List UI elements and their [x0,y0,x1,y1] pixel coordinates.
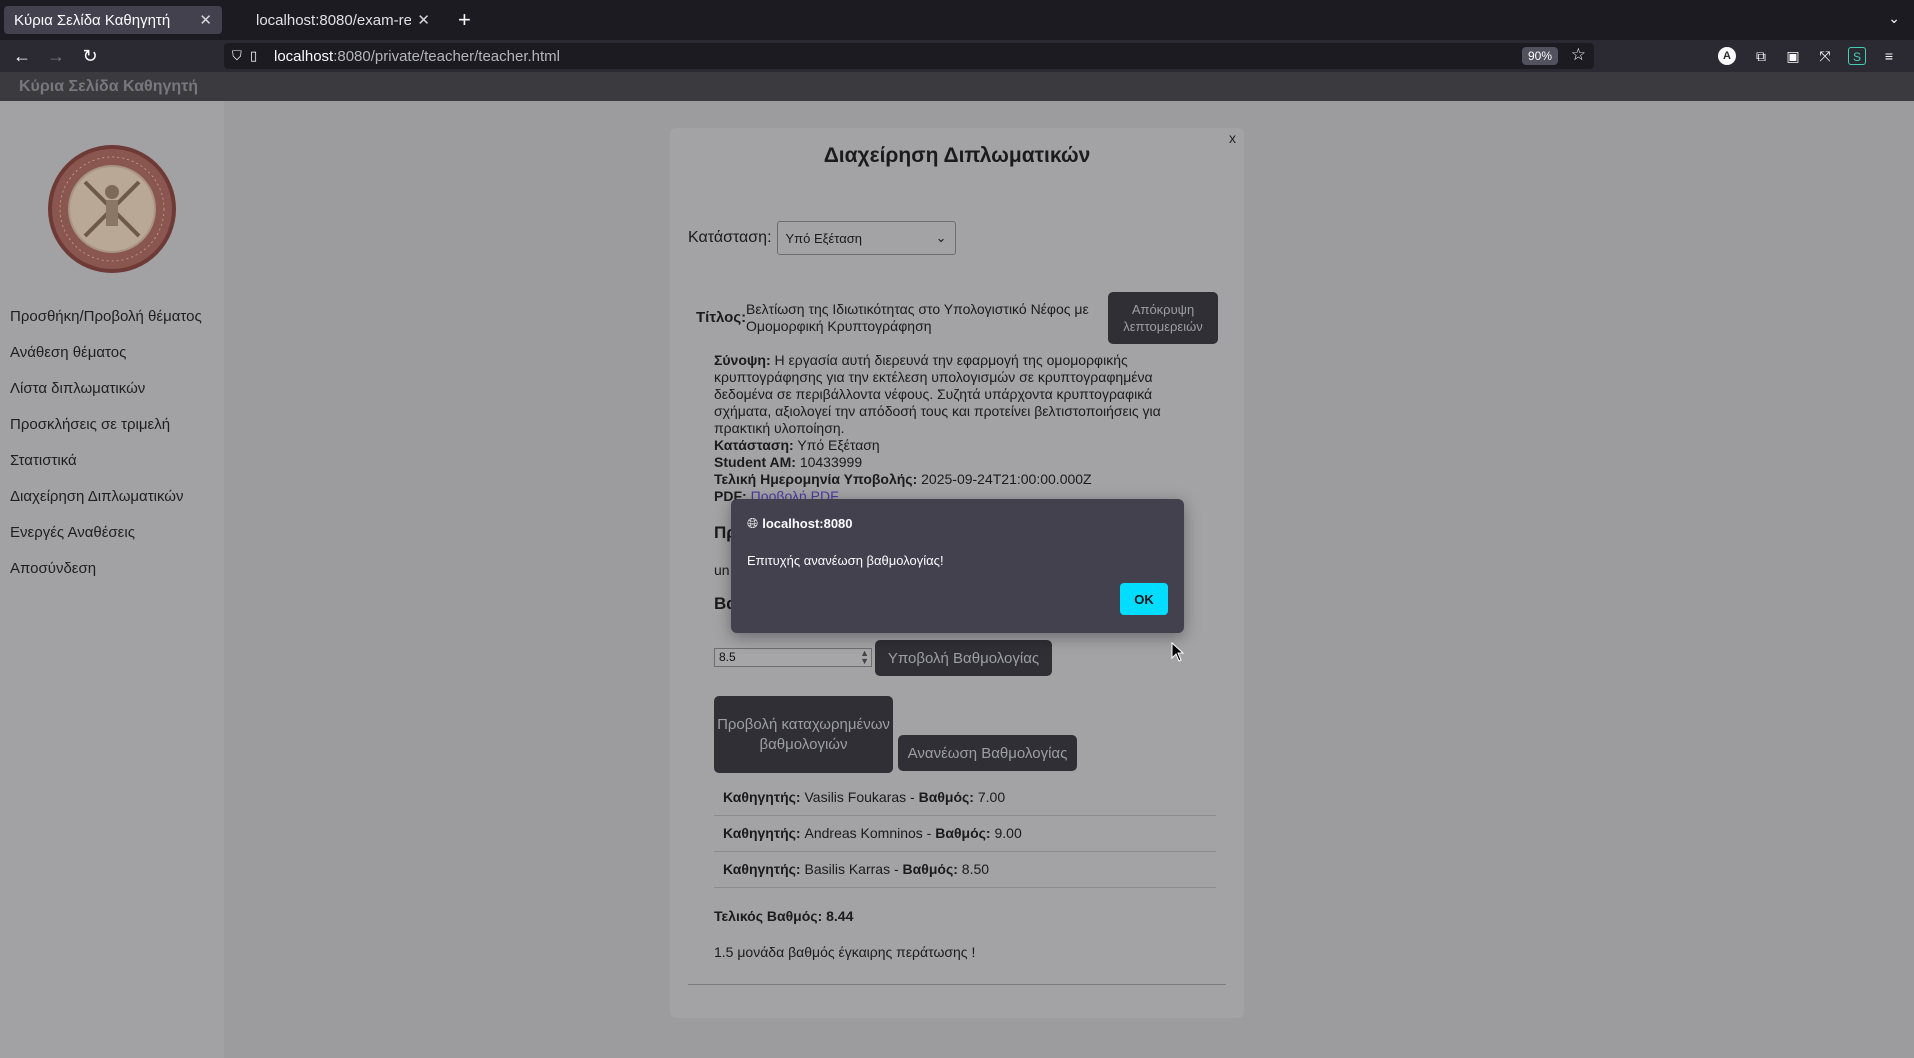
grade-value: 9.00 [994,825,1022,841]
grade-label: Βαθμός: [918,789,974,805]
bonus-note: 1.5 μονάδα βαθμός έγκαιρης περάτωσης ! [714,944,976,960]
alert-ok-button[interactable]: OK [1120,583,1168,615]
state-label: Κατάσταση: [714,437,794,453]
url-bar[interactable]: ⛉ ▯ localhost:8080/private/teacher/teach… [224,43,1594,69]
deadline-label: Τελική Ημερομηνία Υποβολής: [714,471,918,487]
sidebar: Προσθήκη/Προβολή θέματος Ανάθεση θέματος… [0,101,224,1058]
grade-separator: - [890,861,903,877]
bookmark-star-icon[interactable]: ☆ [1571,45,1586,65]
sidebar-item-statistics[interactable]: Στατιστικά [10,449,202,485]
zoom-level-badge[interactable]: 90% [1521,47,1558,65]
modal-title: Διαχείρηση Διπλωματικών [823,144,1091,167]
tab-label: localhost:8080/exam-repor [256,11,412,29]
teacher-name: Andreas Komninos [804,825,923,841]
spinner-arrows-icon[interactable]: ▲ ▼ [860,649,869,666]
browser-tab-strip: Κύρια Σελίδα Καθηγητή ✕ localhost:8080/e… [0,0,1914,40]
state-value: Υπό Εξέταση [797,437,880,453]
grade-label: Βαθμός: [902,861,958,877]
account-icon[interactable]: A [1718,47,1736,65]
thesis-title-value: Βελτίωση της Ιδιωτικότητας στο Υπολογιστ… [746,301,1089,334]
deadline-row: Τελική Ημερομηνία Υποβολής: 2025-09-24T2… [714,471,1184,488]
container-icon[interactable]: ▣ [1784,47,1802,65]
url-host: localhost [274,47,334,65]
url-path: :8080/private/teacher/teacher.html [333,47,561,65]
alert-origin-text: localhost:8080 [762,516,853,531]
teacher-label: Καθηγητής: [723,789,801,805]
grade-input-value: 8.5 [719,650,736,664]
state-row: Κατάσταση: Υπό Εξέταση [714,437,1184,454]
new-tab-button[interactable]: + [458,6,471,34]
list-all-tabs-icon[interactable]: ⌄ [1888,10,1900,27]
alert-dialog: 🌐︎ localhost:8080 Επιτυχής ανανέωση βαθμ… [731,499,1184,633]
page-header: Κύρια Σελίδα Καθηγητή [0,72,1914,101]
fullscreen-icon[interactable]: ⤧ [1816,47,1834,65]
final-grade: Τελικός Βαθμός: 8.44 [714,908,854,924]
summary-row: Σύνοψη: Η εργασία αυτή διερευνά την εφαρ… [714,352,1184,437]
sidebar-item-thesis-management[interactable]: Διαχείρηση Διπλωματικών [10,485,202,521]
grade-row: Καθηγητής: Basilis Karras - Βαθμός: 8.50 [714,852,1216,888]
summary-label: Σύνοψη: [714,352,771,368]
grade-row: Καθηγητής: Vasilis Foukaras - Βαθμός: 7.… [714,780,1216,816]
sidebar-menu: Προσθήκη/Προβολή θέματος Ανάθεση θέματος… [10,305,202,593]
student-am-row: Student AM: 10433999 [714,454,1184,471]
reload-icon[interactable]: ↻ [79,45,101,67]
shield-icon[interactable]: ⛉ [232,48,250,64]
deadline-value: 2025-09-24T21:00:00.000Z [921,471,1092,487]
university-seal-logo [48,145,176,273]
forward-arrow-icon[interactable]: → [45,45,67,67]
teacher-label: Καθηγητής: [723,861,801,877]
sidebar-item-active-assignments[interactable]: Ενεργές Αναθέσεις [10,521,202,557]
status-filter: Κατάσταση: Υπό Εξέταση ⌄ [688,221,956,255]
teacher-name: Vasilis Foukaras [804,789,907,805]
teacher-name: Basilis Karras [804,861,891,877]
view-grades-button[interactable]: Προβολή καταχωρημένων βαθμολογιών [714,696,893,773]
url-text[interactable]: localhost:8080/private/teacher/teacher.h… [274,48,560,65]
sidebar-item-committee-invitations[interactable]: Προσκλήσεις σε τριμελή [10,413,202,449]
status-selected-value: Υπό Εξέταση [785,230,863,246]
tab-teacher-home[interactable]: Κύρια Σελίδα Καθηγητή ✕ [4,6,222,34]
sidebar-item-assign-topic[interactable]: Ανάθεση θέματος [10,341,202,377]
student-am-label: Student AM: [714,454,796,470]
chevron-down-icon: ⌄ [935,230,947,245]
sidebar-item-add-topic[interactable]: Προσθήκη/Προβολή θέματος [10,305,202,341]
summary-value: Η εργασία αυτή διερευνά την εφαρμογή της… [714,352,1161,436]
close-tab-icon[interactable]: ✕ [417,11,430,29]
browser-nav-bar: ← → ↻ ⛉ ▯ localhost:8080/private/teacher… [0,40,1914,72]
grade-row: Καθηγητής: Andreas Komninos - Βαθμός: 9.… [714,816,1216,852]
globe-icon: 🌐︎ [747,515,759,531]
grade-separator: - [906,789,919,805]
sidebar-item-thesis-list[interactable]: Λίστα διπλωματικών [10,377,202,413]
alert-origin: 🌐︎ localhost:8080 [747,515,853,532]
thesis-details: Σύνοψη: Η εργασία αυτή διερευνά την εφαρ… [714,352,1184,505]
page-header-title: Κύρια Σελίδα Καθηγητή [19,78,199,95]
status-select[interactable]: Υπό Εξέταση ⌄ [776,221,956,255]
alert-message: Επιτυχής ανανέωση βαθμολογίας! [747,553,944,568]
tab-label: Κύρια Σελίδα Καθηγητή [14,11,171,29]
mouse-cursor-icon [1171,642,1185,662]
status-label: Κατάσταση: [688,229,772,246]
tab-exam-report[interactable]: localhost:8080/exam-repor ✕ [246,6,440,34]
teacher-label: Καθηγητής: [723,825,801,841]
grade-separator: - [922,825,936,841]
submit-grade-button[interactable]: Υποβολή Βαθμολογίας [875,640,1052,676]
back-arrow-icon[interactable]: ← [11,45,33,67]
menu-hamburger-icon[interactable]: ≡ [1880,47,1898,65]
student-am-value: 10433999 [799,454,863,470]
update-grade-button[interactable]: Ανανέωση Βαθμολογίας [898,735,1077,771]
section-text: un [714,562,730,578]
thesis-title-label: Τίτλος: [696,309,747,326]
grade-label: Βαθμός: [935,825,991,841]
grades-list: Καθηγητής: Vasilis Foukaras - Βαθμός: 7.… [714,780,1216,888]
grade-input[interactable]: 8.5 ▲ ▼ [714,648,872,667]
grade-value: 7.00 [977,789,1006,805]
sidebar-item-logout[interactable]: Αποσύνδεση [10,557,202,593]
s-extension-icon[interactable]: S [1848,47,1866,65]
hide-details-button[interactable]: Απόκρυψη λεπτομερειών [1108,292,1218,344]
extensions-icon[interactable]: ⧉ [1752,47,1770,65]
modal-divider [688,984,1226,985]
page-icon: ▯ [250,48,258,63]
grade-value: 8.50 [961,861,990,877]
close-tab-icon[interactable]: ✕ [199,11,212,29]
